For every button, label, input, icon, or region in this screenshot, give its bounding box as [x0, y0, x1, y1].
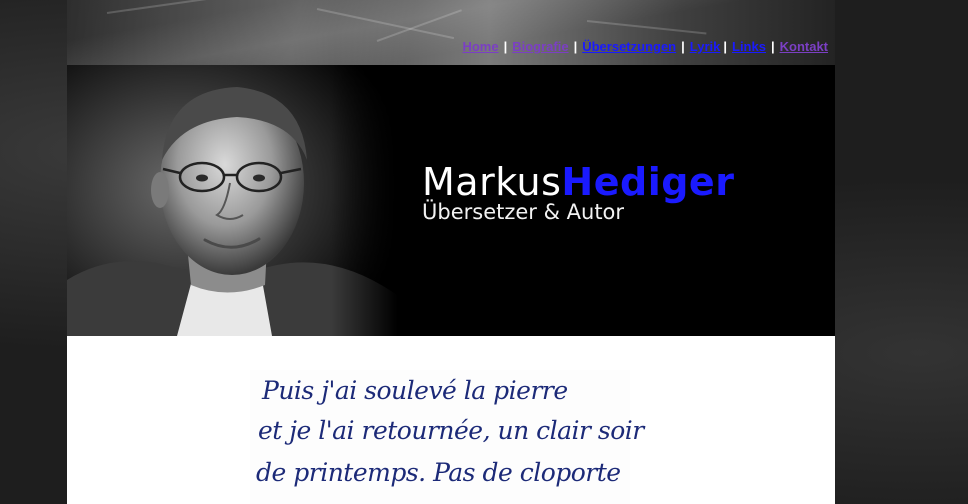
brand-name: MarkusHediger	[422, 160, 734, 204]
brand-last-name: Hediger	[561, 160, 735, 204]
poem-line: et je l'ai retournée, un clair soir	[258, 416, 644, 445]
nav-lyrik-link[interactable]: Lyrik	[690, 39, 721, 54]
nav-links-link[interactable]: Links	[732, 39, 766, 54]
nav-separator: |	[723, 39, 727, 54]
texture-scratch	[586, 20, 707, 35]
nav-uebersetzungen-link[interactable]: Übersetzungen	[582, 39, 676, 54]
nav-home-link[interactable]: Home	[462, 39, 498, 54]
main-nav: Home | Biografie | Übersetzungen | Lyrik | Links…	[462, 39, 828, 54]
nav-kontakt-link[interactable]: Kontakt	[780, 39, 828, 54]
poem-line: de printemps. Pas de cloporte	[256, 458, 621, 487]
brand-first-name: Markus	[422, 160, 562, 204]
texture-scratch	[316, 8, 455, 40]
texture-scratch	[106, 0, 286, 14]
nav-biografie-link[interactable]: Biografie	[512, 39, 568, 54]
hero-banner: MarkusHediger Übersetzer & Autor	[67, 65, 835, 336]
author-portrait	[67, 65, 397, 336]
poem-line: Puis j'ai soulevé la pierre	[262, 376, 568, 405]
handwritten-poem-image: Puis j'ai soulevé la pierre et je l'ai r…	[250, 370, 644, 504]
site-logo: MarkusHediger Übersetzer & Autor	[422, 160, 734, 224]
nav-separator: |	[573, 39, 578, 54]
content-area: Puis j'ai soulevé la pierre et je l'ai r…	[67, 336, 835, 504]
nav-separator: |	[770, 39, 775, 54]
page: Home | Biografie | Übersetzungen | Lyrik | Links…	[67, 0, 835, 504]
header-bar: Home | Biografie | Übersetzungen | Lyrik | Links…	[67, 0, 835, 65]
nav-separator: |	[681, 39, 685, 54]
nav-separator: |	[503, 39, 508, 54]
